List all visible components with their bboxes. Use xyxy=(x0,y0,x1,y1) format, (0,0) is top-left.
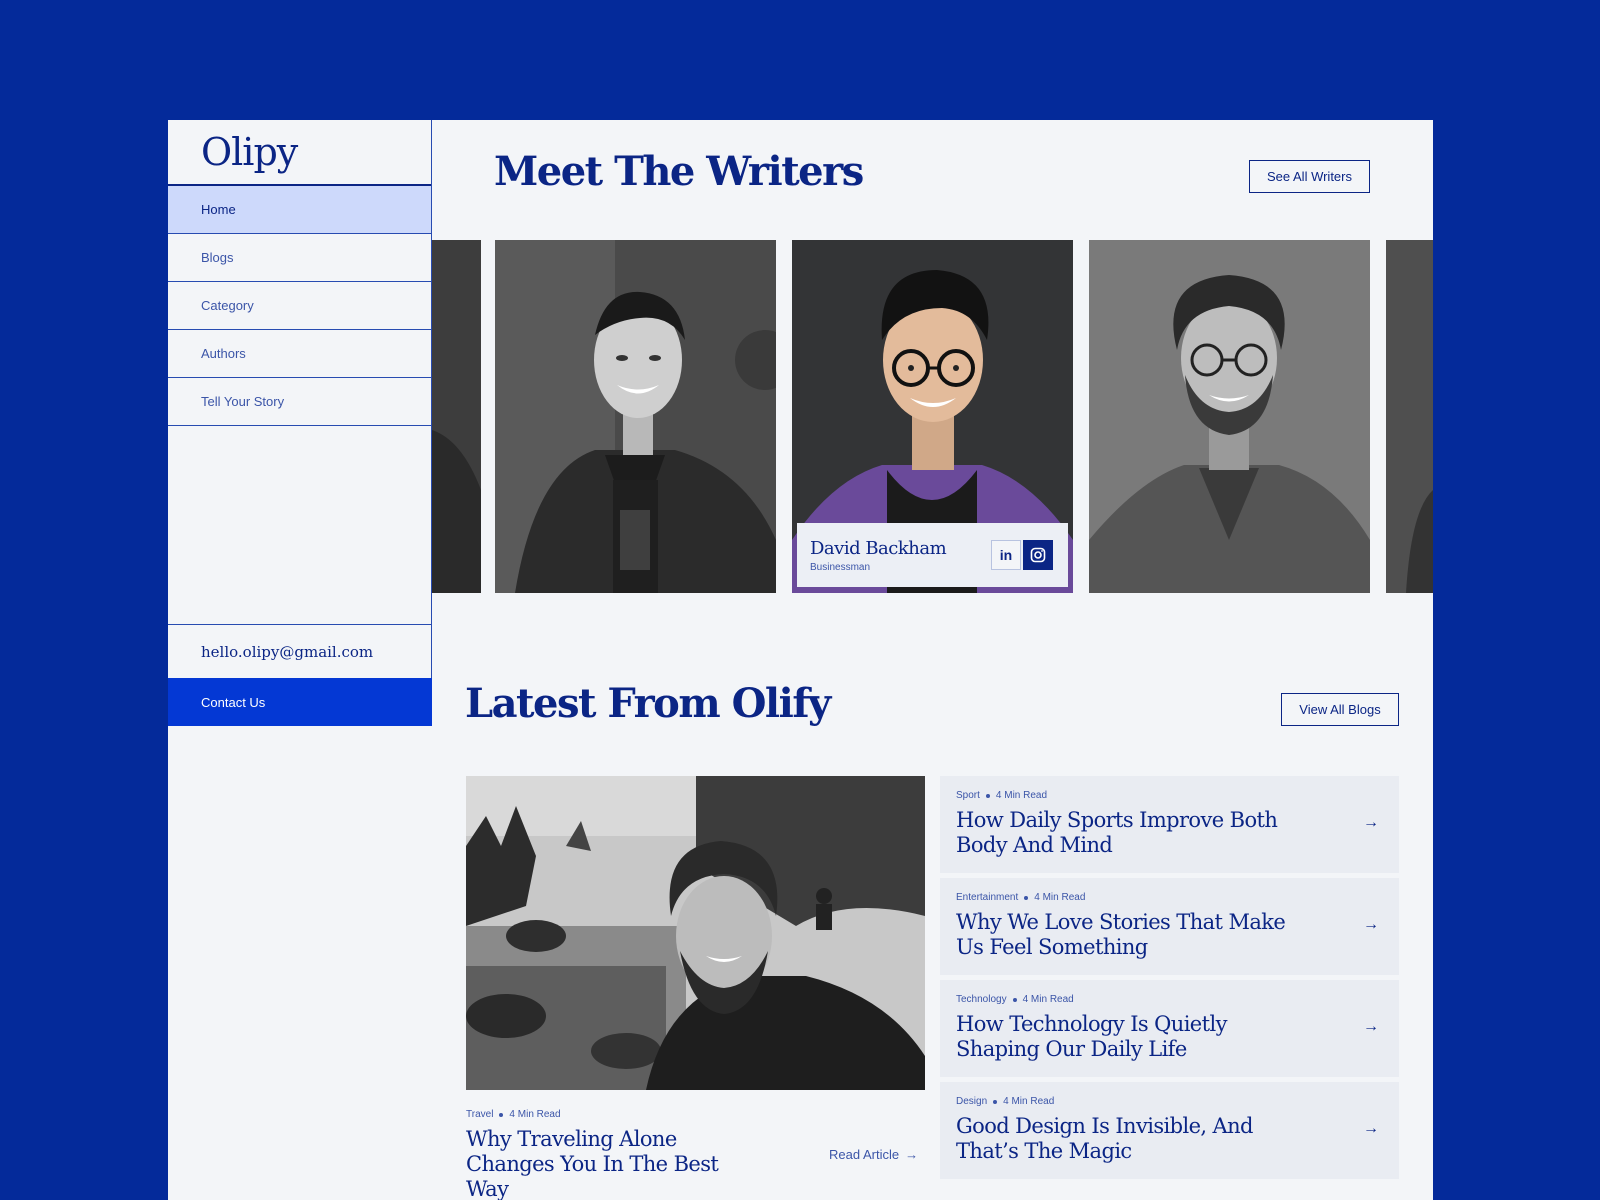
arrow-right-icon[interactable]: → xyxy=(1363,1120,1379,1138)
read-time: 4 Min Read xyxy=(1034,892,1086,903)
contact-us-button[interactable]: Contact Us xyxy=(168,678,432,726)
separator-dot xyxy=(985,793,990,798)
writers-section-title: Meet The Writers xyxy=(494,148,864,195)
writer-info-card: David Backham Businessman in xyxy=(797,523,1068,587)
sidebar-footer: hello.olipy@gmail.com Contact Us xyxy=(168,624,432,726)
linkedin-icon[interactable]: in xyxy=(991,540,1021,570)
post-meta: Sport 4 Min Read xyxy=(956,790,1399,801)
separator-dot xyxy=(499,1112,504,1117)
read-time: 4 Min Read xyxy=(995,790,1048,801)
category-label: Design xyxy=(956,1096,988,1107)
writer-card-partial-right[interactable] xyxy=(1386,240,1433,593)
sidebar-item-label: Authors xyxy=(201,346,246,361)
sidebar-item-home[interactable]: Home xyxy=(168,186,431,234)
read-article-label: Read Article xyxy=(829,1147,900,1162)
sidebar-item-label: Blogs xyxy=(201,250,234,265)
featured-article-meta: Travel 4 Min Read xyxy=(466,1109,561,1120)
list-item[interactable]: Design 4 Min Read Good Design Is Invisibl… xyxy=(940,1082,1399,1179)
arrow-right-icon[interactable]: → xyxy=(1363,1018,1379,1036)
instagram-icon[interactable] xyxy=(1023,540,1053,570)
list-item[interactable]: Entertainment 4 Min Read Why We Love Stor… xyxy=(940,878,1399,975)
featured-article-title[interactable]: Why Traveling Alone Changes You In The B… xyxy=(466,1127,756,1200)
read-article-link[interactable]: Read Article → xyxy=(829,1147,918,1162)
writer-photo[interactable] xyxy=(495,240,776,593)
sidebar-item-label: Home xyxy=(201,202,236,217)
list-item[interactable]: Sport 4 Min Read How Daily Sports Improve… xyxy=(940,776,1399,873)
sidebar-item-blogs[interactable]: Blogs xyxy=(168,234,431,282)
sidebar-nav: Home Blogs Category Authors Tell Your St… xyxy=(168,186,431,426)
latest-section-title: Latest From Olify xyxy=(465,680,831,727)
page-frame: Olipy Home Blogs Category Authors Tell Y… xyxy=(168,120,1433,1200)
writer-card-partial-left[interactable] xyxy=(432,240,481,593)
blog-list: Sport 4 Min Read How Daily Sports Improve… xyxy=(940,776,1399,1184)
category-label: Entertainment xyxy=(956,892,1019,903)
post-meta: Design 4 Min Read xyxy=(956,1096,1399,1107)
category-label: Travel xyxy=(466,1109,494,1120)
view-all-blogs-button[interactable]: View All Blogs xyxy=(1281,693,1399,726)
featured-article-image[interactable] xyxy=(466,776,925,1090)
post-meta: Technology 4 Min Read xyxy=(956,994,1399,1005)
post-title: How Daily Sports Improve Both Body And M… xyxy=(956,808,1278,857)
sidebar-item-category[interactable]: Category xyxy=(168,282,431,330)
arrow-right-icon[interactable]: → xyxy=(1363,916,1379,934)
arrow-right-icon: → xyxy=(905,1147,919,1162)
logo-text: Olipy xyxy=(201,130,298,174)
see-all-writers-button[interactable]: See All Writers xyxy=(1249,160,1370,193)
sidebar-item-authors[interactable]: Authors xyxy=(168,330,431,378)
post-title: Why We Love Stories That Make Us Feel So… xyxy=(956,910,1286,959)
writer-name: David Backham xyxy=(810,537,947,559)
post-meta: Entertainment 4 Min Read xyxy=(956,892,1399,903)
read-time: 4 Min Read xyxy=(1022,994,1074,1005)
arrow-right-icon[interactable]: → xyxy=(1363,814,1379,832)
category-label: Sport xyxy=(956,790,980,801)
separator-dot xyxy=(1024,895,1029,900)
sidebar: Olipy Home Blogs Category Authors Tell Y… xyxy=(168,120,432,726)
post-title: Good Design Is Invisible, And That’s The… xyxy=(956,1114,1254,1163)
sidebar-item-label: Tell Your Story xyxy=(201,394,285,409)
read-time: 4 Min Read xyxy=(509,1109,561,1120)
category-label: Technology xyxy=(956,994,1007,1005)
separator-dot xyxy=(1012,997,1017,1002)
logo[interactable]: Olipy xyxy=(168,120,431,186)
list-item[interactable]: Technology 4 Min Read How Technology Is Q… xyxy=(940,980,1399,1077)
email-link[interactable]: hello.olipy@gmail.com xyxy=(168,624,432,678)
sidebar-item-label: Category xyxy=(201,298,254,313)
read-time: 4 Min Read xyxy=(1003,1096,1055,1107)
writer-role: Businessman xyxy=(810,561,871,573)
separator-dot xyxy=(993,1099,998,1104)
post-title: How Technology Is Quietly Shaping Our Da… xyxy=(956,1012,1227,1061)
writer-photo[interactable] xyxy=(1089,240,1370,593)
sidebar-item-tell-your-story[interactable]: Tell Your Story xyxy=(168,378,431,426)
